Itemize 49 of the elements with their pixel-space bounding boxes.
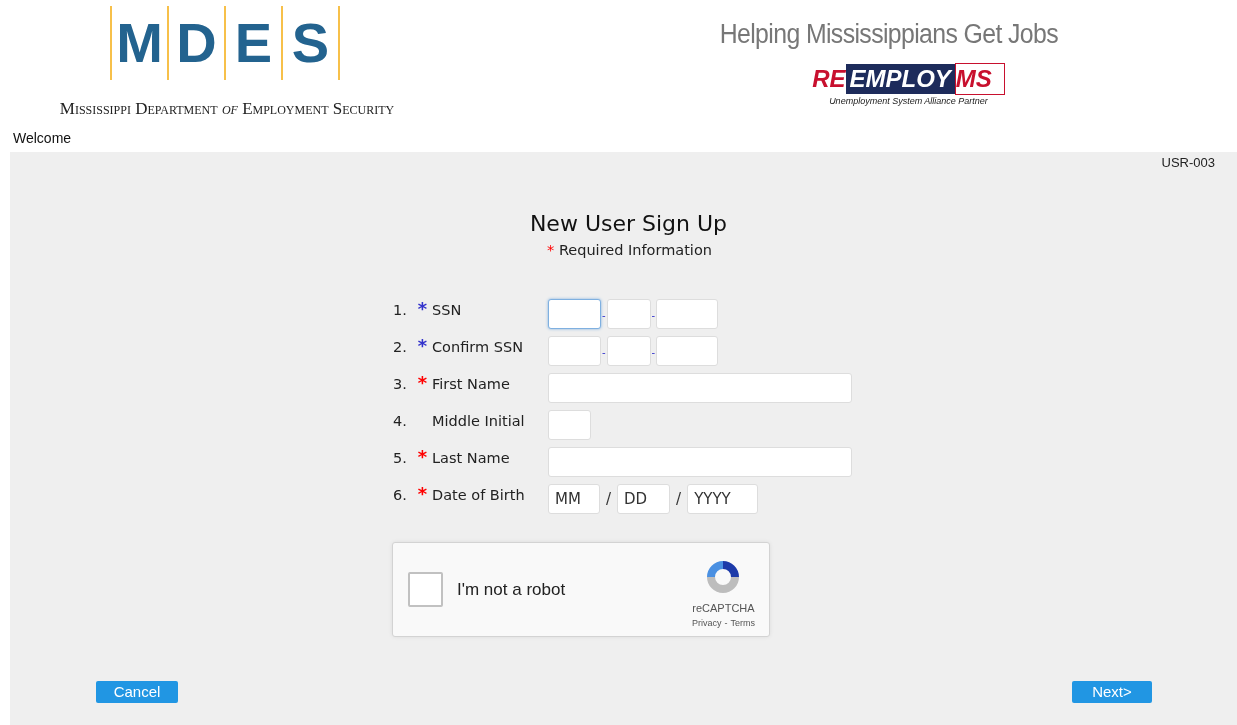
input-field[interactable]	[548, 336, 601, 367]
field-label: First Name	[432, 375, 511, 395]
privacy-link[interactable]: Privacy	[692, 616, 722, 631]
input-field[interactable]	[606, 336, 651, 367]
form-title: New User Sign Up	[529, 209, 728, 238]
separator: /	[676, 489, 682, 510]
agency-name: Mississippi Department of Employment Security	[59, 98, 395, 120]
input-field[interactable]: DD	[617, 484, 671, 515]
field-number: 2.	[393, 338, 408, 358]
separator: -	[651, 311, 656, 322]
input-field[interactable]	[548, 299, 601, 330]
separator: /	[606, 489, 612, 510]
screen-id: USR-003	[1161, 154, 1215, 172]
welcome-text: Welcome	[13, 129, 73, 148]
required-mark: *	[417, 446, 428, 468]
input-field[interactable]	[606, 299, 651, 330]
tagline: Helping Mississippians Get Jobs	[719, 18, 1058, 51]
separator: -	[602, 348, 606, 359]
required-mark: *	[417, 483, 428, 505]
captcha-label: I'm not a robot	[457, 579, 566, 601]
field-label: Middle Initial	[432, 412, 526, 432]
required-note: * Required Information	[547, 240, 712, 260]
required-mark: *	[417, 372, 428, 394]
terms-link[interactable]: Terms	[730, 616, 755, 631]
required-mark: *	[417, 335, 428, 357]
separator: -	[602, 311, 606, 322]
field-label: Confirm SSN	[432, 338, 524, 358]
input-field[interactable]: YYYY	[687, 484, 759, 515]
field-number: 3.	[393, 375, 408, 395]
captcha-brand: reCAPTCHA	[692, 601, 755, 617]
logo: M D E S	[110, 6, 340, 80]
input-field[interactable]	[548, 447, 852, 478]
input-field[interactable]	[656, 299, 719, 330]
field-label: SSN	[432, 301, 463, 321]
field-number: 4.	[393, 412, 408, 432]
input-field[interactable]	[548, 410, 591, 441]
separator: -	[651, 348, 656, 359]
partner-logo: RE EMPLOY MS Unemployment System Alliance Partner	[812, 62, 1005, 108]
input-field[interactable]	[656, 336, 719, 367]
field-number: 6.	[393, 486, 408, 506]
input-field[interactable]: MM	[548, 484, 600, 515]
link-separator: -	[724, 616, 728, 630]
captcha-checkbox[interactable]	[408, 572, 443, 608]
field-number: 5.	[393, 449, 408, 469]
field-label: Last Name	[432, 449, 511, 469]
input-field[interactable]	[548, 373, 852, 404]
field-label: Date of Birth	[432, 486, 526, 506]
required-mark: *	[417, 298, 428, 320]
field-number: 1.	[393, 301, 408, 321]
